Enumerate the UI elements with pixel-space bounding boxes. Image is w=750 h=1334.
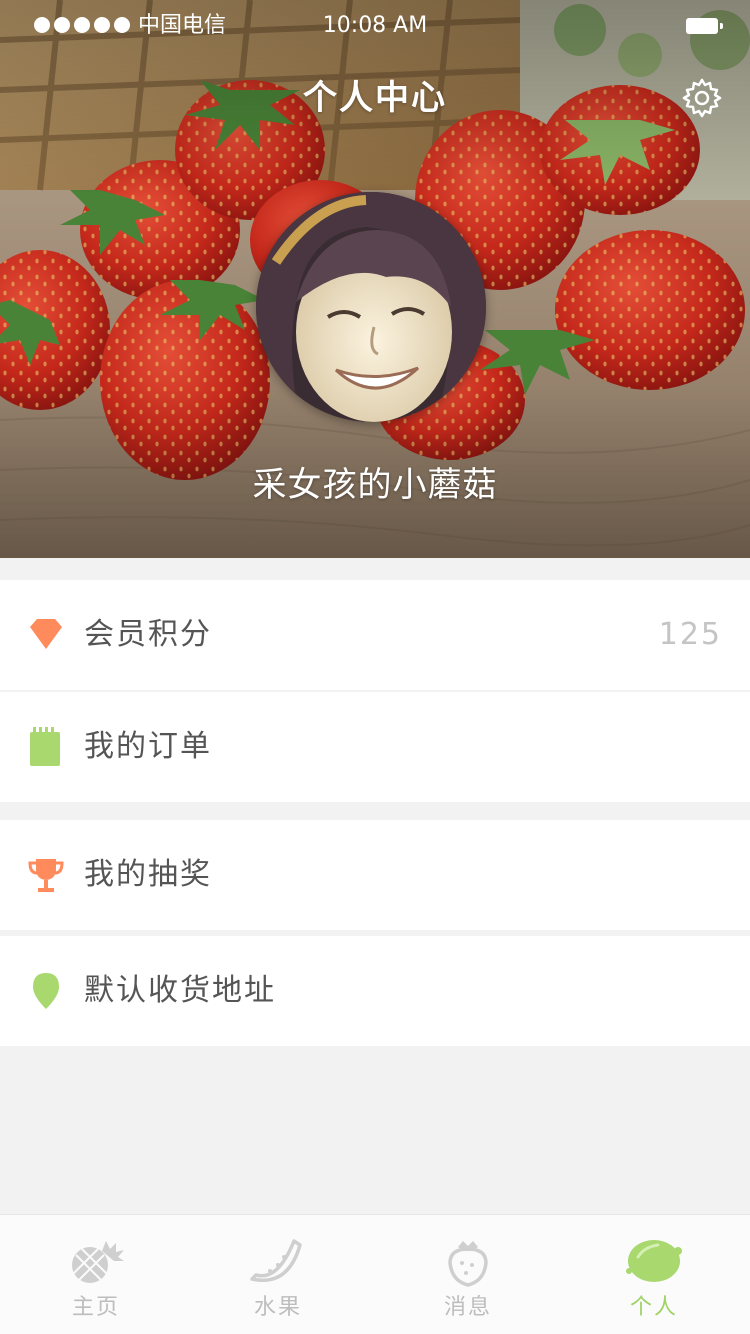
tab-fruit-label: 水果 bbox=[253, 1295, 302, 1320]
bottom-tab-bar: 主页 水果 消息 个人 bbox=[0, 1214, 750, 1334]
tab-profile[interactable]: 个人 bbox=[584, 1215, 724, 1334]
gear-icon bbox=[682, 78, 722, 118]
settings-button[interactable] bbox=[680, 76, 724, 120]
tab-messages[interactable]: 消息 bbox=[398, 1215, 538, 1334]
tab-profile-label: 个人 bbox=[629, 1295, 678, 1320]
pineapple-icon bbox=[71, 1241, 124, 1283]
battery-icon bbox=[686, 18, 723, 34]
avatar[interactable] bbox=[256, 192, 486, 422]
menu-item-points[interactable]: 会员积分 125 bbox=[0, 580, 750, 690]
points-value: 125 bbox=[658, 617, 722, 652]
tab-messages-label: 消息 bbox=[443, 1295, 492, 1320]
avatar-photo bbox=[256, 192, 486, 422]
menu-item-orders[interactable]: 我的订单 bbox=[0, 692, 750, 802]
menu-item-lottery-label: 我的抽奖 bbox=[84, 857, 212, 892]
tab-home-label: 主页 bbox=[71, 1295, 120, 1320]
menu-item-address-label: 默认收货地址 bbox=[84, 973, 276, 1008]
diamond-icon bbox=[30, 619, 62, 649]
strawberry-icon bbox=[448, 1241, 488, 1287]
tab-fruit[interactable]: 水果 bbox=[208, 1215, 348, 1334]
notepad-icon bbox=[30, 727, 60, 766]
watermelon-icon bbox=[250, 1239, 302, 1282]
location-pin-icon bbox=[33, 973, 59, 1009]
menu-item-orders-label: 我的订单 bbox=[84, 729, 212, 764]
tab-home[interactable]: 主页 bbox=[26, 1215, 166, 1334]
trophy-icon bbox=[28, 859, 64, 892]
page-title: 个人中心 bbox=[303, 78, 447, 118]
menu-item-address[interactable]: 默认收货地址 bbox=[0, 936, 750, 1046]
status-bar: 中国电信 10:08 AM bbox=[0, 0, 750, 52]
menu-item-lottery[interactable]: 我的抽奖 bbox=[0, 820, 750, 930]
menu-item-points-label: 会员积分 bbox=[84, 617, 212, 652]
lime-icon bbox=[626, 1240, 682, 1282]
profile-header-banner: 中国电信 10:08 AM 个人中心 采女孩的小蘑菇 bbox=[0, 0, 750, 558]
status-time: 10:08 AM bbox=[322, 13, 428, 38]
profile-screen: 中国电信 10:08 AM 个人中心 采女孩的小蘑菇 会员积分 125 我的订单… bbox=[0, 0, 750, 1334]
username: 采女孩的小蘑菇 bbox=[252, 465, 498, 505]
